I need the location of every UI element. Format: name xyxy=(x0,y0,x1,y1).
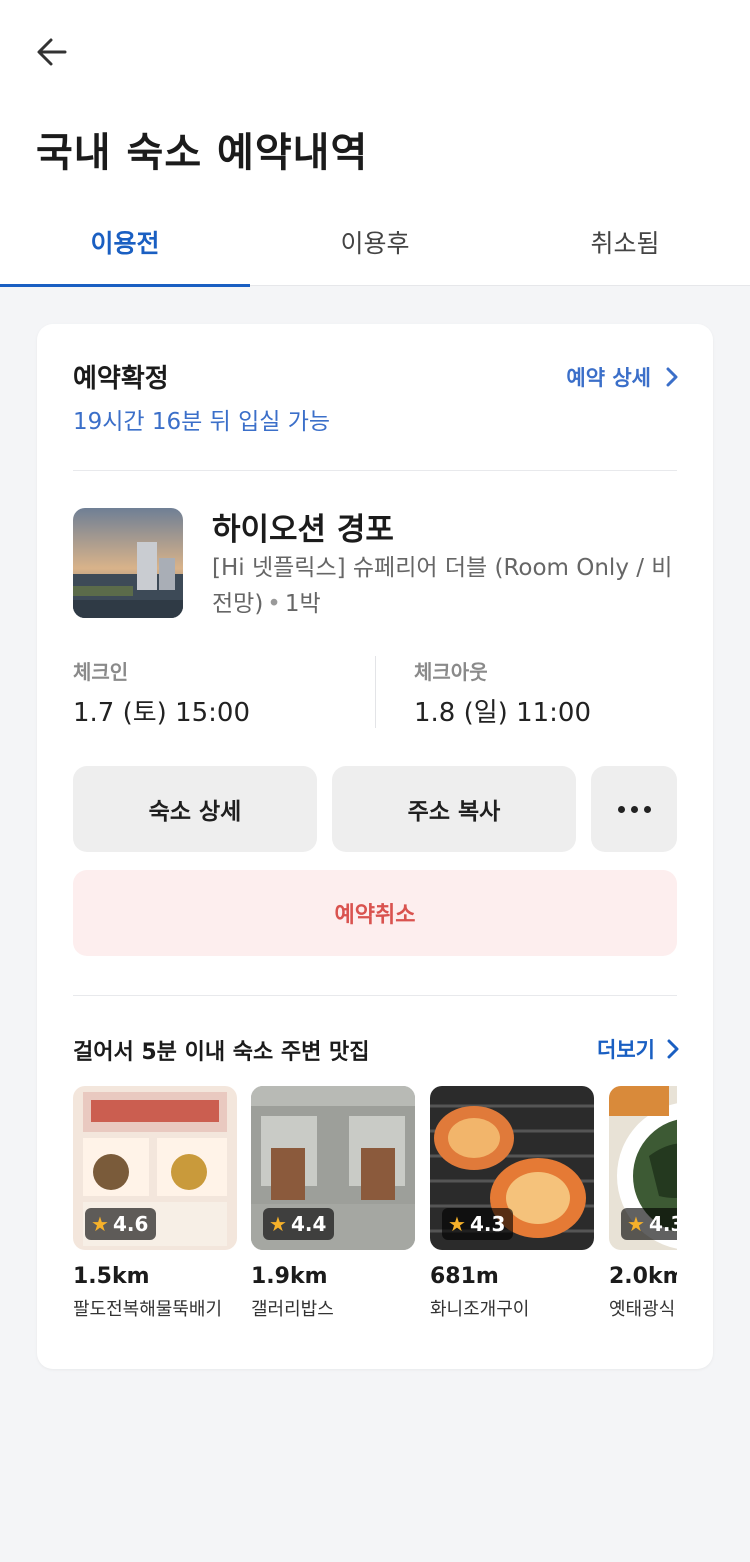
room-description: [Hi 넷플릭스] 슈페리어 더블 (Room Only / 비전망) • 1박 xyxy=(212,550,682,622)
star-icon: ★ xyxy=(627,1212,645,1236)
nearby-restaurants-title: 걸어서 5분 이내 숙소 주변 맛집 xyxy=(73,1040,370,1065)
more-options-button[interactable] xyxy=(591,766,677,852)
chevron-right-icon xyxy=(666,367,678,387)
checkin-countdown: 19시간 16분 뒤 입실 가능 xyxy=(73,409,331,435)
rating-badge: ★ 4.6 xyxy=(85,1208,157,1240)
restaurant-card[interactable]: ★ 4.6 1.5km 팔도전복해물뚝배기 xyxy=(73,1086,237,1321)
restaurant-distance: 681m xyxy=(430,1264,499,1289)
reservation-status: 예약확정 xyxy=(73,364,169,394)
cancel-reservation-button[interactable]: 예약취소 xyxy=(73,870,677,956)
room-type: [Hi 넷플릭스] 슈페리어 더블 (Room Only / 비전망) xyxy=(212,555,673,617)
arrow-left-icon xyxy=(37,38,67,66)
separator-dot: • xyxy=(267,591,281,617)
hotel-name: 하이오션 경포 xyxy=(212,512,394,548)
back-button[interactable] xyxy=(30,30,74,74)
restaurant-name: 갤러리밥스 xyxy=(251,1299,334,1320)
tab-before-use[interactable]: 이용전 xyxy=(0,196,250,287)
restaurant-name: 팔도전복해물뚝배기 xyxy=(73,1299,223,1320)
tab-after-use[interactable]: 이용후 xyxy=(250,196,500,286)
restaurant-carousel[interactable]: ★4.6 1.5km 팔도전복해물뚝배기 ★4.4 1.9km 갤러리밥스 xyxy=(73,1086,677,1326)
chevron-right-icon xyxy=(667,1039,679,1059)
tab-bar: 이용전 이용후 취소됨 xyxy=(0,196,750,287)
restaurant-card[interactable]: ★ 4.4 1.9km 갤러리밥스 xyxy=(251,1086,415,1321)
restaurant-distance: 2.0km xyxy=(609,1264,677,1289)
reservation-card: 예약확정 19시간 16분 뒤 입실 가능 예약 상세 하이오션 경포 [Hi … xyxy=(37,324,713,1369)
divider xyxy=(73,470,677,471)
rating-value: 4.6 xyxy=(112,1212,149,1236)
rating-value: 4.3 xyxy=(469,1212,506,1236)
divider xyxy=(73,995,677,996)
restaurant-card[interactable]: ★ 4.3 681m 화니조개구이 xyxy=(430,1086,594,1321)
reservation-detail-label: 예약 상세 xyxy=(566,366,651,390)
tab-cancelled[interactable]: 취소됨 xyxy=(500,196,750,286)
restaurant-card[interactable]: ★4.3 2.0km 옛태광식 xyxy=(609,1086,677,1321)
rating-badge: ★4.3 xyxy=(442,1208,514,1240)
restaurant-name: 화니조개구이 xyxy=(430,1299,530,1320)
checkout-value: 1.8 (일) 11:00 xyxy=(414,698,592,728)
restaurant-photo: ★ 4.6 xyxy=(73,1086,237,1250)
reservation-detail-link[interactable]: 예약 상세 xyxy=(566,362,679,392)
checkout-label: 체크아웃 xyxy=(414,660,488,684)
checkin-value: 1.7 (토) 15:00 xyxy=(73,698,251,728)
copy-address-button[interactable]: 주소 복사 xyxy=(332,766,576,852)
nights-count: 1박 xyxy=(284,591,321,617)
nearby-more-link[interactable]: 더보기 xyxy=(597,1034,679,1064)
star-icon: ★ xyxy=(91,1212,109,1236)
hotel-thumbnail[interactable] xyxy=(73,508,183,618)
restaurant-photo: ★4.3 xyxy=(430,1086,594,1250)
star-icon: ★ xyxy=(448,1212,466,1236)
rating-badge: ★ 4.4 xyxy=(263,1208,335,1240)
rating-value: 4.3 xyxy=(648,1212,677,1236)
hotel-detail-button[interactable]: 숙소 상세 xyxy=(73,766,317,852)
hotel-photo xyxy=(73,508,183,618)
rating-badge: ★4.3 xyxy=(621,1208,677,1240)
more-horizontal-icon xyxy=(617,805,651,813)
vertical-divider xyxy=(375,656,376,728)
restaurant-distance: 1.5km xyxy=(73,1264,150,1289)
restaurant-photo: ★4.3 xyxy=(609,1086,677,1250)
app-header: 국내 숙소 예약내역 이용전 이용후 취소됨 xyxy=(0,0,750,287)
nearby-more-label: 더보기 xyxy=(597,1038,655,1062)
restaurant-name: 옛태광식 xyxy=(609,1299,676,1320)
checkin-label: 체크인 xyxy=(73,660,129,684)
rating-value: 4.4 xyxy=(290,1212,327,1236)
restaurant-distance: 1.9km xyxy=(251,1264,328,1289)
restaurant-photo: ★ 4.4 xyxy=(251,1086,415,1250)
star-icon: ★ xyxy=(269,1212,287,1236)
page-title: 국내 숙소 예약내역 xyxy=(36,130,369,176)
